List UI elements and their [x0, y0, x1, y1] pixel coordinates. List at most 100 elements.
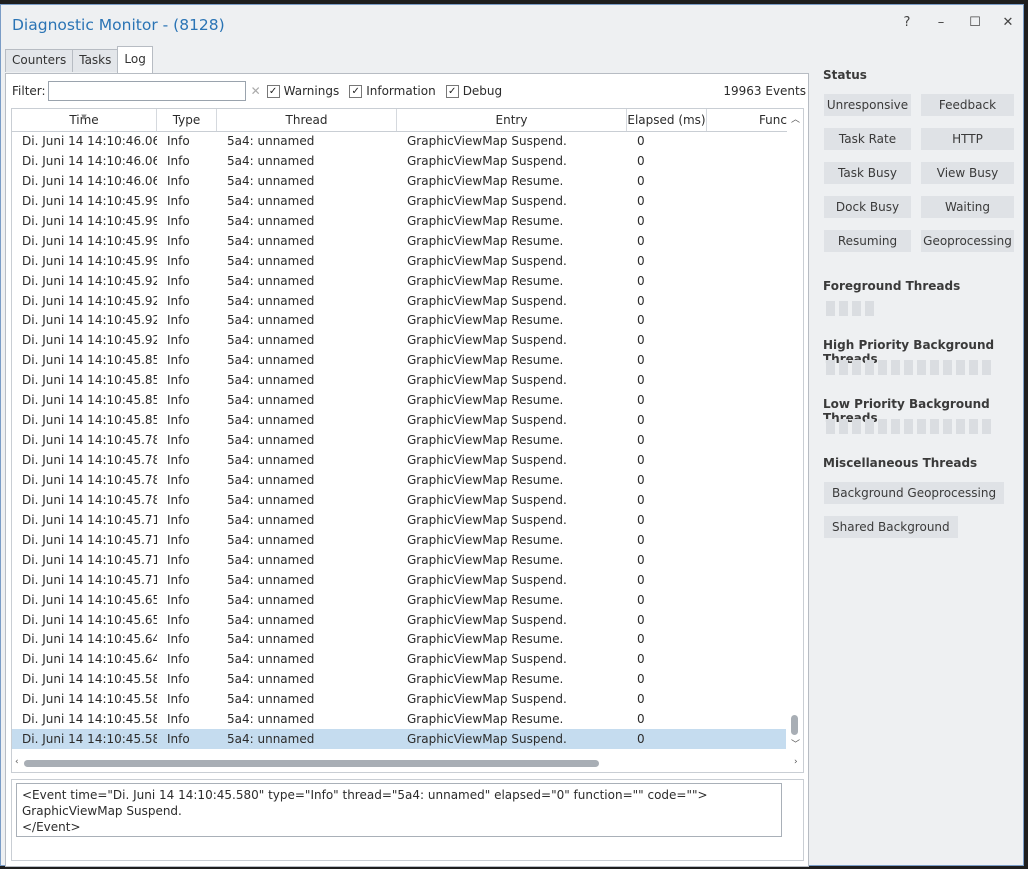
scroll-left-icon[interactable]: ‹	[15, 757, 19, 767]
high-priority-thread-indicator	[865, 360, 874, 375]
waiting-button[interactable]: Waiting	[921, 196, 1014, 218]
cell-elapsed: 0	[637, 253, 645, 268]
cell-type: Info	[167, 692, 190, 707]
status-heading: Status	[823, 68, 867, 82]
resuming-button[interactable]: Resuming	[824, 230, 911, 252]
cell-thread: 5a4: unnamed	[227, 552, 315, 567]
scroll-up-icon[interactable]: ︿	[791, 112, 800, 125]
cell-time: Di. Juni 14 14:10:45.928	[22, 273, 157, 288]
table-row[interactable]: Di. Juni 14 14:10:45.859 Info 5a4: unnamed…	[12, 370, 786, 390]
cell-elapsed: 0	[637, 353, 645, 368]
cell-elapsed: 0	[637, 572, 645, 587]
help-icon[interactable]: ?	[897, 15, 917, 30]
unresponsive-button[interactable]: Unresponsive	[824, 94, 911, 116]
scroll-right-icon[interactable]: ›	[794, 757, 798, 767]
tab-log[interactable]: Log	[117, 46, 153, 74]
column-header-function[interactable]: Func	[707, 109, 789, 131]
cell-time: Di. Juni 14 14:10:45.648	[22, 632, 157, 647]
high-priority-thread-indicator	[826, 360, 835, 375]
table-row[interactable]: Di. Juni 14 14:10:45.719 Info 5a4: unnamed…	[12, 510, 786, 530]
table-row[interactable]: Di. Juni 14 14:10:45.719 Info 5a4: unnamed…	[12, 530, 786, 550]
clear-filter-icon[interactable]: ✕	[251, 84, 261, 98]
table-row[interactable]: Di. Juni 14 14:10:45.928 Info 5a4: unnamed…	[12, 291, 786, 311]
table-row[interactable]: Di. Juni 14 14:10:45.857 Info 5a4: unnamed…	[12, 390, 786, 410]
cell-time: Di. Juni 14 14:10:45.650	[22, 592, 157, 607]
filter-input[interactable]	[47, 81, 246, 101]
close-icon[interactable]: ✕	[998, 15, 1018, 30]
high-priority-thread-indicator	[839, 360, 848, 375]
table-row[interactable]: Di. Juni 14 14:10:45.650 Info 5a4: unnamed…	[12, 590, 786, 610]
tab-counters[interactable]: Counters	[5, 49, 74, 72]
maximize-icon[interactable]: ☐	[965, 15, 985, 30]
cell-entry: GraphicViewMap Suspend.	[407, 373, 567, 388]
sort-arrow-icon: ▼	[81, 113, 87, 121]
column-header-entry[interactable]: Entry	[397, 109, 627, 131]
table-row[interactable]: Di. Juni 14 14:10:45.786 Info 5a4: unnamed…	[12, 490, 786, 510]
cell-time: Di. Juni 14 14:10:45.580	[22, 732, 157, 747]
http-button[interactable]: HTTP	[921, 128, 1014, 150]
minimize-icon[interactable]: –	[931, 15, 951, 30]
table-row[interactable]: Di. Juni 14 14:10:46.067 Info 5a4: unnamed…	[12, 151, 786, 171]
foreground-thread-indicator	[852, 301, 861, 316]
table-row[interactable]: Di. Juni 14 14:10:45.580 Info 5a4: unnamed…	[12, 709, 786, 729]
cell-type: Info	[167, 134, 190, 148]
task-rate-button[interactable]: Task Rate	[824, 128, 911, 150]
table-row[interactable]: Di. Juni 14 14:10:45.859 Info 5a4: unnamed…	[12, 350, 786, 370]
information-checkbox[interactable]: ✓ Information	[349, 84, 436, 98]
table-row[interactable]: Di. Juni 14 14:10:45.926 Info 5a4: unnamed…	[12, 330, 786, 350]
table-row[interactable]: Di. Juni 14 14:10:45.999 Info 5a4: unnamed…	[12, 211, 786, 231]
cell-entry: GraphicViewMap Resume.	[407, 313, 564, 328]
table-row[interactable]: Di. Juni 14 14:10:45.582 Info 5a4: unnamed…	[12, 689, 786, 709]
cell-type: Info	[167, 153, 190, 168]
table-row[interactable]: Di. Juni 14 14:10:45.648 Info 5a4: unnamed…	[12, 629, 786, 649]
view-busy-button[interactable]: View Busy	[921, 162, 1014, 184]
debug-checkbox[interactable]: ✓ Debug	[445, 84, 502, 98]
task-busy-button[interactable]: Task Busy	[824, 162, 911, 184]
column-header-elapsed[interactable]: Elapsed (ms)	[627, 109, 707, 131]
cell-thread: 5a4: unnamed	[227, 353, 315, 368]
table-row[interactable]: Di. Juni 14 14:10:45.928 Info 5a4: unnamed…	[12, 271, 786, 291]
cell-elapsed: 0	[637, 173, 645, 188]
table-row[interactable]: Di. Juni 14 14:10:45.717 Info 5a4: unnamed…	[12, 570, 786, 590]
warnings-checkbox[interactable]: ✓ Warnings	[266, 84, 339, 98]
column-header-type[interactable]: Type	[157, 109, 217, 131]
table-row[interactable]: Di. Juni 14 14:10:45.857 Info 5a4: unnamed…	[12, 410, 786, 430]
tab-tasks[interactable]: Tasks	[72, 49, 119, 72]
dock-busy-button[interactable]: Dock Busy	[824, 196, 911, 218]
scroll-down-icon[interactable]: ﹀	[791, 737, 800, 750]
high-priority-thread-indicator	[969, 360, 978, 375]
table-row[interactable]: Di. Juni 14 14:10:45.997 Info 5a4: unnamed…	[12, 251, 786, 271]
geoprocessing-button[interactable]: Geoprocessing	[921, 230, 1014, 252]
table-row[interactable]: Di. Juni 14 14:10:45.787 Info 5a4: unnamed…	[12, 470, 786, 490]
window-title: Diagnostic Monitor - (8128)	[12, 16, 225, 34]
table-row[interactable]: Di. Juni 14 14:10:45.650 Info 5a4: unnamed…	[12, 610, 786, 630]
checkbox-check-icon: ✓	[266, 84, 280, 98]
shared-background-button[interactable]: Shared Background	[824, 516, 958, 538]
table-row[interactable]: Di. Juni 14 14:10:45.789 Info 5a4: unnamed…	[12, 450, 786, 470]
vertical-scrollbar[interactable]: ︿ ﹀	[787, 109, 803, 754]
cell-elapsed: 0	[637, 213, 645, 228]
table-row[interactable]: Di. Juni 14 14:10:45.789 Info 5a4: unnamed…	[12, 430, 786, 450]
cell-time: Di. Juni 14 14:10:45.999	[22, 193, 157, 208]
table-row[interactable]: Di. Juni 14 14:10:45.582 Info 5a4: unnamed…	[12, 669, 786, 689]
event-detail-text[interactable]: <Event time="Di. Juni 14 14:10:45.580" t…	[16, 783, 782, 837]
column-header-time[interactable]: ▼ Time	[12, 109, 157, 131]
table-row[interactable]: Di. Juni 14 14:10:45.999 Info 5a4: unnamed…	[12, 191, 786, 211]
table-row[interactable]: Di. Juni 14 14:10:45.927 Info 5a4: unnamed…	[12, 310, 786, 330]
background-geoprocessing-button[interactable]: Background Geoprocessing	[824, 482, 1005, 504]
table-row[interactable]: Di. Juni 14 14:10:45.717 Info 5a4: unnamed…	[12, 550, 786, 570]
horizontal-scrollbar[interactable]: ‹ ›	[12, 754, 803, 772]
cell-entry: GraphicViewMap Resume.	[407, 672, 564, 687]
cell-entry: GraphicViewMap Suspend.	[407, 413, 567, 428]
feedback-button[interactable]: Feedback	[921, 94, 1014, 116]
horizontal-scroll-thumb[interactable]	[24, 760, 599, 767]
low-priority-thread-indicator	[956, 419, 965, 434]
table-row[interactable]: Di. Juni 14 14:10:46.069 Info 5a4: unnamed…	[12, 131, 786, 151]
table-row[interactable]: Di. Juni 14 14:10:46.067 Info 5a4: unnamed…	[12, 171, 786, 191]
vertical-scroll-thumb[interactable]	[791, 715, 798, 735]
table-row[interactable]: Di. Juni 14 14:10:45.997 Info 5a4: unnamed…	[12, 231, 786, 251]
table-row[interactable]: Di. Juni 14 14:10:45.648 Info 5a4: unnamed…	[12, 649, 786, 669]
column-header-thread[interactable]: Thread	[217, 109, 397, 131]
cell-elapsed: 0	[637, 552, 645, 567]
table-row[interactable]: Di. Juni 14 14:10:45.580 Info 5a4: unnamed…	[12, 729, 786, 750]
